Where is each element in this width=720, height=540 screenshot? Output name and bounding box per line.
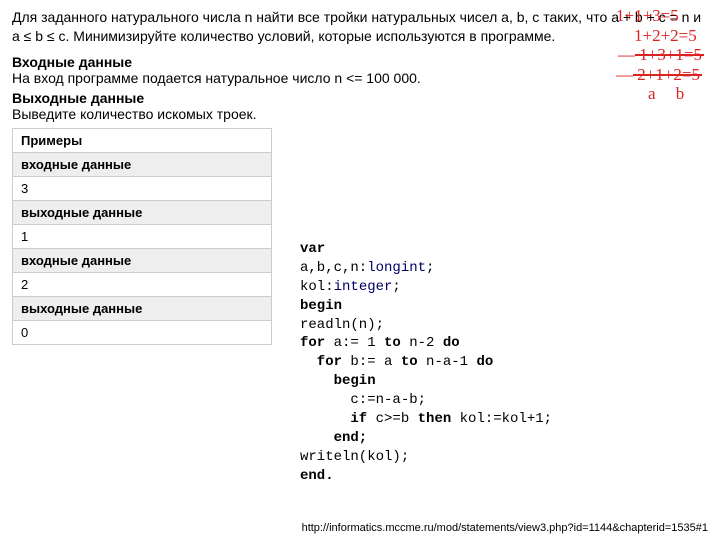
table-header: выходные данные xyxy=(13,296,272,320)
code-text: readln(n); xyxy=(300,317,384,333)
code-text: ; xyxy=(426,260,434,276)
code-type: integer xyxy=(334,279,393,295)
code-kw: end; xyxy=(300,430,367,446)
code-text: kol: xyxy=(300,279,334,295)
code-kw: var xyxy=(300,241,325,257)
annot-strike: 1+3+1=5 xyxy=(639,45,702,64)
problem-statement: Для заданного натурального числа n найти… xyxy=(12,8,708,46)
code-text: a,b,c,n: xyxy=(300,260,367,276)
code-kw: begin xyxy=(300,373,376,389)
annot-line: a b xyxy=(616,84,702,104)
table-header: входные данные xyxy=(13,248,272,272)
code-kw: for xyxy=(300,354,342,370)
code-kw: for xyxy=(300,335,325,351)
code-kw: do xyxy=(443,335,460,351)
code-kw: to xyxy=(384,335,401,351)
input-text: На вход программе подается натуральное ч… xyxy=(12,70,421,86)
code-kw: to xyxy=(401,354,418,370)
code-text: n-a-1 xyxy=(418,354,477,370)
problem-text: Для заданного натурального числа n найти… xyxy=(12,9,701,44)
table-header: входные данные xyxy=(13,152,272,176)
table-cell: 1 xyxy=(13,224,272,248)
table-cell: 0 xyxy=(13,320,272,344)
code-text: ; xyxy=(392,279,400,295)
code-text: n-2 xyxy=(401,335,443,351)
code-kw: then xyxy=(418,411,452,427)
code-block: var a,b,c,n:longint; kol:integer; begin … xyxy=(300,240,552,486)
output-text: Выведите количество искомых троек. xyxy=(12,106,257,122)
code-kw: do xyxy=(476,354,493,370)
code-text: a:= 1 xyxy=(325,335,384,351)
examples-caption: Примеры xyxy=(13,128,272,152)
code-text: b:= a xyxy=(342,354,401,370)
code-text: kol:=kol+1; xyxy=(451,411,552,427)
output-section: Выходные данные Выведите количество иско… xyxy=(12,90,708,122)
table-cell: 3 xyxy=(13,176,272,200)
code-text: c>=b xyxy=(367,411,417,427)
annot-strike: 2+1+2=5 xyxy=(637,65,700,84)
output-title: Выходные данные xyxy=(12,90,144,106)
annot-line: — 2+1+2=5 xyxy=(616,65,702,85)
code-text: c:=n-a-b; xyxy=(300,392,426,408)
handwritten-annotation: 1+1+3=5 1+2+2=5 — 1+3+1=5 — 2+1+2=5 a b xyxy=(616,6,702,104)
code-type: longint xyxy=(367,260,426,276)
table-cell: 2 xyxy=(13,272,272,296)
annot-line: — 1+3+1=5 xyxy=(616,45,702,65)
input-section: Входные данные На вход программе подаетс… xyxy=(12,54,708,86)
code-kw: if xyxy=(300,411,367,427)
annot-line: 1+2+2=5 xyxy=(616,26,702,46)
table-header: выходные данные xyxy=(13,200,272,224)
input-title: Входные данные xyxy=(12,54,132,70)
examples-table: Примеры входные данные 3 выходные данные… xyxy=(12,128,272,345)
annot-line: 1+1+3=5 xyxy=(616,6,702,26)
code-text: writeln(kol); xyxy=(300,449,409,465)
code-kw: begin xyxy=(300,298,342,314)
source-url: http://informatics.mccme.ru/mod/statemen… xyxy=(302,522,708,534)
code-kw: end. xyxy=(300,468,334,484)
